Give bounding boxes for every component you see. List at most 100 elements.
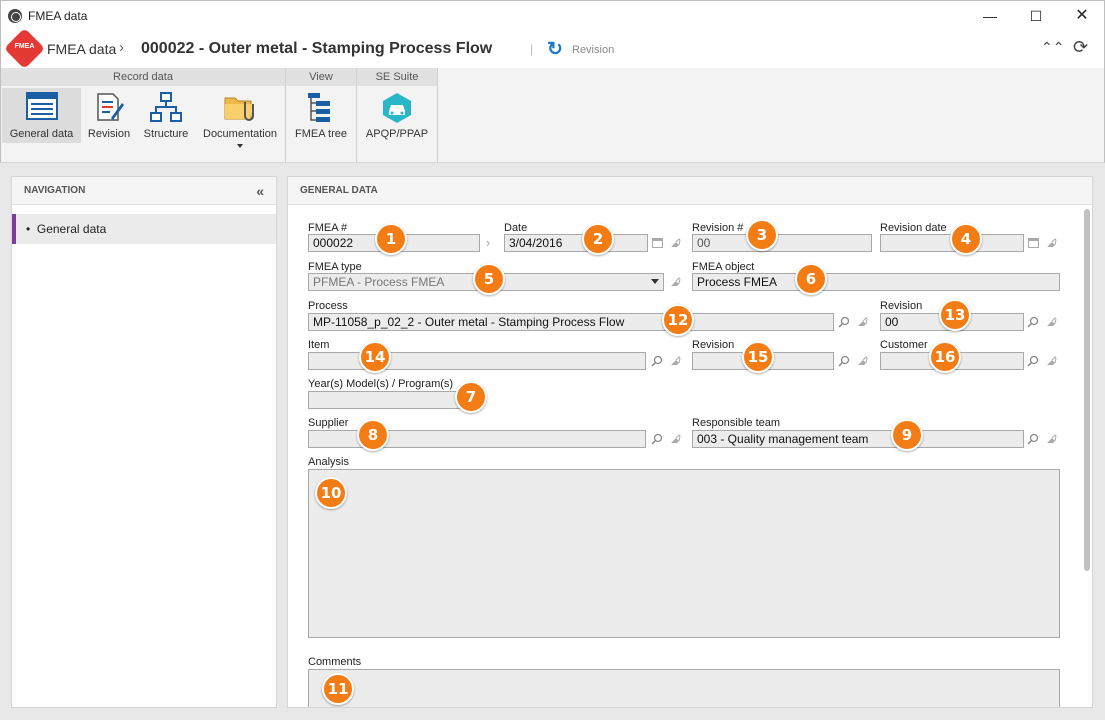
bullet-icon: • bbox=[26, 222, 37, 236]
analysis-textarea[interactable] bbox=[308, 469, 1060, 638]
callout-badge: 13 bbox=[939, 299, 971, 331]
documentation-dropdown-caret-icon[interactable] bbox=[237, 144, 243, 148]
label-revision-no: Revision # bbox=[692, 222, 744, 234]
nav-item-general-data[interactable]: • General data bbox=[12, 214, 276, 244]
revision-label[interactable]: Revision bbox=[572, 44, 614, 56]
search-icon[interactable] bbox=[1025, 313, 1041, 331]
label-responsible-team: Responsible team bbox=[692, 417, 781, 429]
window-title: FMEA data bbox=[28, 9, 88, 23]
vertical-scrollbar[interactable] bbox=[1084, 209, 1090, 571]
callout-badge: 12 bbox=[662, 304, 694, 336]
chevron-right-icon: › bbox=[119, 39, 124, 56]
search-icon[interactable] bbox=[836, 313, 852, 331]
clear-eraser-icon[interactable] bbox=[667, 352, 683, 370]
search-icon[interactable] bbox=[1025, 430, 1041, 448]
callout-badge: 11 bbox=[322, 673, 354, 705]
navigation-title: NAVIGATION bbox=[24, 185, 86, 196]
collapse-up-icon[interactable]: ⌃⌃ bbox=[1041, 39, 1064, 56]
maximize-button[interactable]: ☐ bbox=[1013, 1, 1059, 31]
search-icon[interactable] bbox=[1025, 352, 1041, 370]
ribbon-fmea-tree-button[interactable]: FMEA tree bbox=[291, 88, 351, 143]
navigation-header: NAVIGATION « bbox=[12, 177, 276, 205]
callout-badge: 10 bbox=[315, 477, 347, 509]
ribbon-divider bbox=[437, 68, 438, 162]
label-fmea-object: FMEA object bbox=[692, 261, 755, 273]
record-title: 000022 - Outer metal - Stamping Process … bbox=[141, 40, 493, 57]
clear-eraser-icon[interactable] bbox=[1043, 430, 1059, 448]
ribbon-group-se-suite: SE Suite bbox=[357, 68, 437, 86]
clear-eraser-icon[interactable] bbox=[854, 313, 870, 331]
label-years-models: Year(s) Model(s) / Program(s) bbox=[308, 378, 454, 390]
revision-button-label: Revision bbox=[87, 128, 131, 140]
ribbon-documentation-button[interactable]: Documentation bbox=[199, 88, 281, 143]
label-supplier: Supplier bbox=[308, 417, 349, 429]
revision-doc-icon bbox=[93, 92, 125, 125]
clear-eraser-icon[interactable] bbox=[667, 430, 683, 448]
nav-item-label: General data bbox=[36, 222, 107, 236]
ribbon-group-record-data: Record data bbox=[1, 68, 285, 86]
record-header: FMEA FMEA data › 000022 - Outer metal - … bbox=[0, 27, 1105, 70]
callout-badge: 15 bbox=[742, 341, 774, 373]
process-field[interactable]: MP-11058_p_02_2 - Outer metal - Stamping… bbox=[308, 313, 834, 331]
header-separator: | bbox=[530, 42, 534, 56]
ribbon-apqp-ppap-button[interactable]: APQP/PPAP bbox=[362, 88, 432, 143]
general-data-title: GENERAL DATA bbox=[300, 185, 378, 196]
ribbon-general-data-button[interactable]: General data bbox=[2, 88, 81, 143]
clear-eraser-icon[interactable] bbox=[667, 273, 683, 291]
general-data-header: GENERAL DATA bbox=[288, 177, 1092, 205]
callout-badge: 8 bbox=[357, 419, 389, 451]
apqp-ppap-button-label: APQP/PPAP bbox=[365, 128, 429, 140]
close-button[interactable]: ✕ bbox=[1059, 1, 1105, 31]
general-data-form: FMEA # 000022 › Date 3/04/2016 Revision … bbox=[288, 205, 1092, 707]
comments-textarea[interactable] bbox=[308, 669, 1060, 707]
ribbon-revision-button[interactable]: Revision bbox=[83, 88, 135, 143]
general-data-label: General data bbox=[9, 128, 74, 140]
dropdown-arrow-icon bbox=[651, 279, 659, 284]
search-icon[interactable] bbox=[836, 352, 852, 370]
callout-badge: 3 bbox=[746, 219, 778, 251]
navigation-panel: NAVIGATION « • General data bbox=[11, 176, 277, 708]
general-data-panel: GENERAL DATA FMEA # 000022 › Date 3/04/2… bbox=[287, 176, 1093, 708]
collapse-left-icon[interactable]: « bbox=[256, 177, 264, 205]
fmea-logo-text: FMEA bbox=[14, 43, 35, 50]
fmea-tree-button-label: FMEA tree bbox=[295, 128, 347, 140]
label-process: Process bbox=[308, 300, 348, 312]
label-customer: Customer bbox=[880, 339, 928, 351]
callout-badge: 7 bbox=[455, 381, 487, 413]
chevron-right-icon[interactable]: › bbox=[480, 234, 496, 252]
clear-eraser-icon[interactable] bbox=[1043, 352, 1059, 370]
ribbon-toolbar: Record data View SE Suite General data R… bbox=[0, 68, 1105, 163]
title-bar: FMEA data — ☐ ✕ bbox=[0, 0, 1105, 31]
revision-number-field[interactable]: 00 bbox=[692, 234, 872, 252]
clear-eraser-icon[interactable] bbox=[854, 352, 870, 370]
calendar-icon[interactable] bbox=[1025, 234, 1041, 252]
label-fmea-no: FMEA # bbox=[308, 222, 348, 234]
clear-eraser-icon[interactable] bbox=[1043, 313, 1059, 331]
label-item-revision: Revision bbox=[692, 339, 735, 351]
search-icon[interactable] bbox=[649, 352, 665, 370]
callout-badge: 6 bbox=[795, 263, 827, 295]
calendar-icon[interactable] bbox=[649, 234, 665, 252]
minimize-button[interactable]: — bbox=[967, 1, 1013, 31]
label-date: Date bbox=[504, 222, 528, 234]
date-field[interactable]: 3/04/2016 bbox=[504, 234, 648, 252]
revision-cycle-icon[interactable]: ↻ bbox=[547, 38, 563, 61]
label-fmea-type: FMEA type bbox=[308, 261, 362, 273]
refresh-icon[interactable]: ⟳ bbox=[1073, 37, 1088, 58]
callout-badge: 1 bbox=[375, 223, 407, 255]
label-process-revision: Revision bbox=[880, 300, 923, 312]
breadcrumb-module[interactable]: FMEA data bbox=[47, 41, 116, 57]
responsible-team-field[interactable]: 003 - Quality management team bbox=[692, 430, 1024, 448]
callout-badge: 16 bbox=[929, 341, 961, 373]
structure-button-label: Structure bbox=[143, 128, 189, 140]
ribbon-structure-button[interactable]: Structure bbox=[138, 88, 194, 143]
years-models-field[interactable] bbox=[308, 391, 460, 409]
callout-badge: 4 bbox=[950, 223, 982, 255]
clear-eraser-icon[interactable] bbox=[1043, 234, 1059, 252]
search-icon[interactable] bbox=[649, 430, 665, 448]
callout-badge: 5 bbox=[473, 263, 505, 295]
structure-tree-icon bbox=[150, 92, 182, 125]
clear-eraser-icon[interactable] bbox=[667, 234, 683, 252]
fmea-object-field[interactable]: Process FMEA bbox=[692, 273, 1060, 291]
ribbon-group-view: View bbox=[286, 68, 356, 86]
